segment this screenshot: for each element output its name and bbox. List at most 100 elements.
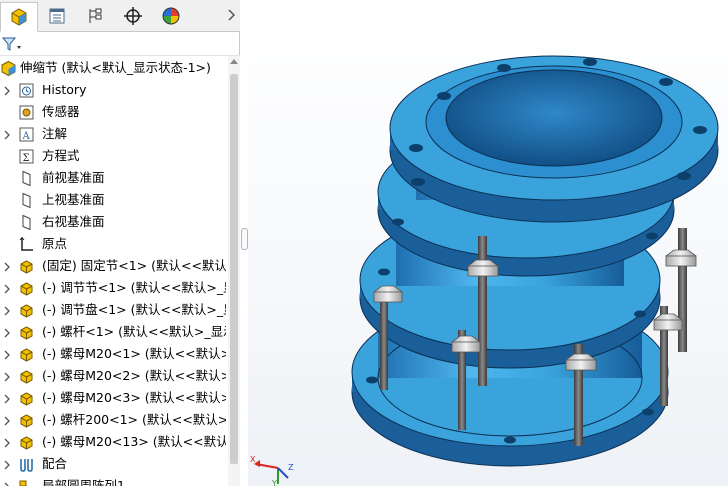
triad-x-label: X [250, 455, 256, 464]
expand-arrow-icon[interactable] [4, 349, 10, 360]
tree-item-label: 配合 [42, 456, 68, 471]
display-manager-icon [162, 7, 180, 25]
sensor-icon [18, 104, 35, 121]
property-manager-icon [49, 8, 65, 24]
part-icon [18, 390, 35, 407]
tree-item[interactable]: (-) 螺母M20<3> (默认<<默认>_显 [0, 387, 226, 409]
tree-item[interactable]: A 注解 [0, 123, 226, 145]
tree-item[interactable]: (-) 螺杆<1> (默认<<默认>_显示状 [0, 321, 226, 343]
feature-manager-panel: 伸缩节 (默认<默认_显示状态-1>) History 传感器 A 注解 Σ 方程式前视基准… [0, 0, 240, 486]
tree-item[interactable]: (-) 调节节<1> (默认<<默认>_显示 [0, 277, 226, 299]
expand-arrow-icon[interactable] [4, 327, 10, 338]
tab-configuration-manager[interactable] [76, 2, 114, 30]
tree-item[interactable]: 配合 [0, 453, 226, 475]
tree-item[interactable]: (-) 螺母M20<2> (默认<<默认>_显 [0, 365, 226, 387]
tree-item-label: 原点 [42, 236, 68, 251]
annotation-icon: A [18, 126, 35, 143]
tree-scrollbar[interactable] [228, 56, 240, 486]
part-icon [18, 258, 35, 275]
tree-item[interactable]: History [0, 79, 226, 101]
expand-arrow-icon[interactable] [4, 415, 10, 426]
tab-display-manager[interactable] [152, 2, 190, 30]
expand-arrow-icon[interactable] [4, 283, 10, 294]
feature-manager-icon [11, 8, 27, 26]
svg-text:A: A [22, 131, 31, 142]
expand-arrow-icon[interactable] [4, 305, 10, 316]
part-icon [18, 302, 35, 319]
manager-tab-bar [0, 0, 240, 32]
history-icon [18, 82, 35, 99]
chevron-right-icon[interactable] [226, 8, 236, 22]
tree-item[interactable]: 右视基准面 [0, 211, 226, 233]
svg-text:Σ: Σ [23, 153, 30, 164]
tree-root-assembly[interactable]: 伸缩节 (默认<默认_显示状态-1>) [0, 57, 226, 79]
tree-item[interactable]: (-) 螺母M20<13> (默认<<默认>_ [0, 431, 226, 453]
expand-arrow-icon[interactable] [4, 437, 10, 448]
part-icon [18, 368, 35, 385]
tree-item[interactable]: 上视基准面 [0, 189, 226, 211]
tab-property-manager[interactable] [38, 2, 76, 30]
tree-filter-bar [0, 32, 240, 56]
expand-arrow-icon[interactable] [4, 481, 10, 486]
tree-item[interactable]: Σ 方程式 [0, 145, 226, 167]
tree-item-label: 上视基准面 [42, 192, 105, 207]
part-icon [18, 324, 35, 341]
scroll-up-icon[interactable] [230, 58, 238, 64]
tab-dimxpert-manager[interactable] [114, 2, 152, 30]
triad-y-label: Y [271, 479, 277, 486]
expand-arrow-icon[interactable] [4, 129, 10, 140]
feature-tree: 伸缩节 (默认<默认_显示状态-1>) History 传感器 A 注解 Σ 方程式前视基准… [0, 56, 226, 486]
expand-arrow-icon[interactable] [4, 261, 10, 272]
coordinate-triad: X Y Z [250, 455, 294, 486]
pattern-icon [18, 478, 35, 486]
tree-item-label: History [42, 82, 87, 97]
tree-item-label: (-) 螺母M20<2> (默认<<默认>_显 [42, 368, 226, 383]
tree-item-label: (-) 螺杆<1> (默认<<默认>_显示状 [42, 324, 226, 339]
tree-item-label: (-) 螺母M20<1> (默认<<默认>_显 [42, 346, 226, 361]
triad-z-label: Z [288, 463, 294, 472]
tree-item-label: 前视基准面 [42, 170, 105, 185]
tree-item[interactable]: 局部圆周阵列1 [0, 475, 226, 486]
tree-item[interactable]: 传感器 [0, 101, 226, 123]
tab-feature-manager[interactable] [0, 2, 38, 32]
dimxpert-icon [124, 7, 142, 25]
equation-icon: Σ [18, 148, 35, 165]
panel-splitter[interactable] [240, 0, 248, 486]
expand-arrow-icon[interactable] [4, 459, 10, 470]
tree-item[interactable]: (-) 螺杆200<1> (默认<<默认>_显 [0, 409, 226, 431]
assembly-icon [0, 60, 17, 77]
expand-arrow-icon[interactable] [4, 85, 10, 96]
tree-item[interactable]: (-) 调节盘<1> (默认<<默认>_显示 [0, 299, 226, 321]
tree-item[interactable]: 原点 [0, 233, 226, 255]
expand-arrow-icon[interactable] [4, 393, 10, 404]
plane-icon [18, 214, 35, 231]
part-icon [18, 412, 35, 429]
mates-icon [18, 456, 35, 473]
tree-item[interactable]: 前视基准面 [0, 167, 226, 189]
tree-item-label: (-) 螺杆200<1> (默认<<默认>_显 [42, 412, 226, 427]
tree-item-label: 传感器 [42, 104, 80, 119]
tree-item-label: (-) 螺母M20<13> (默认<<默认>_ [42, 434, 226, 449]
tree-item-label: 局部圆周阵列1 [42, 478, 125, 486]
tree-item-label: (-) 调节节<1> (默认<<默认>_显示 [42, 280, 226, 295]
plane-icon [18, 170, 35, 187]
tree-item-label: 方程式 [42, 148, 80, 163]
expansion-joint-model[interactable] [248, 0, 728, 486]
expand-arrow-icon[interactable] [4, 371, 10, 382]
tree-item[interactable]: (-) 螺母M20<1> (默认<<默认>_显 [0, 343, 226, 365]
filter-icon[interactable] [2, 36, 22, 52]
plane-icon [18, 192, 35, 209]
tree-item-label: 右视基准面 [42, 214, 105, 229]
scrollbar-thumb[interactable] [230, 74, 238, 464]
tree-item-label: (固定) 固定节<1> (默认<<默认>_ [42, 258, 226, 273]
tree-item-label: 注解 [42, 126, 68, 141]
tree-item-label: 伸缩节 (默认<默认_显示状态-1>) [20, 60, 211, 75]
graphics-viewport[interactable]: X Y Z [248, 0, 728, 486]
origin-icon [18, 236, 35, 253]
tree-item-label: (-) 螺母M20<3> (默认<<默认>_显 [42, 390, 226, 405]
splitter-grip-icon[interactable] [241, 228, 248, 250]
part-icon [18, 434, 35, 451]
tree-item[interactable]: (固定) 固定节<1> (默认<<默认>_ [0, 255, 226, 277]
part-icon [18, 346, 35, 363]
configuration-manager-icon [89, 8, 102, 23]
